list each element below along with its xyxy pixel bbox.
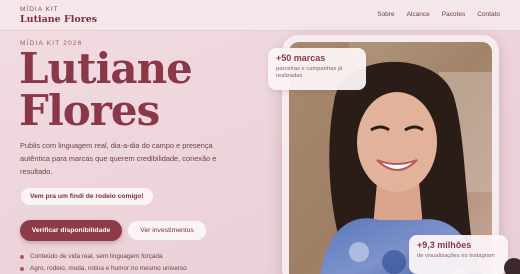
top-navigation: MÍDIA KIT Lutiane Flores Sobre Alcance P… — [0, 0, 520, 31]
bullet-text: Agro, rodeio, moda, rotina e humor no me… — [30, 265, 187, 272]
brand-logo[interactable]: MÍDIA KIT Lutiane Flores — [20, 6, 97, 25]
brand-name: Lutiane Flores — [20, 14, 98, 25]
rodeio-invite-link[interactable]: Vem pra um findi de rodeio comigo! — [20, 187, 154, 206]
list-item: Agro, rodeio, moda, rotina e humor no me… — [20, 263, 187, 274]
nav-link-pacotes[interactable]: Pacotes — [442, 11, 466, 18]
hero-title: Lutiane Flores — [19, 44, 193, 135]
nav-link-sobre[interactable]: Sobre — [377, 11, 394, 18]
bullet-dot-icon — [20, 255, 24, 259]
hero-title-line-1: Lutiane — [19, 44, 193, 93]
floating-action-button[interactable] — [504, 258, 520, 274]
list-item: Conteúdo de vida real, sem linguagem for… — [20, 251, 187, 263]
hero-bullets: Conteúdo de vida real, sem linguagem for… — [20, 251, 187, 274]
views-stat-value: +9,3 milhões — [417, 240, 472, 250]
hero-title-line-2: Flores — [19, 86, 160, 135]
bullet-dot-icon — [20, 267, 24, 271]
brands-stat-value: +50 marcas — [276, 53, 326, 63]
nav-link-alcance[interactable]: Alcance — [407, 11, 430, 18]
views-stat-label: de visualizações no instagram — [417, 253, 495, 259]
view-investments-button[interactable]: Ver investimentos — [127, 220, 207, 241]
hero-lead: Publis com linguagem real, dia-a-dia do … — [20, 141, 217, 176]
brands-stat-label: parceiras e campanhas já realizadas — [276, 66, 343, 79]
nav-links: Sobre Alcance Pacotes Contato — [377, 11, 500, 18]
brands-stat-card: +50 marcas parceiras e campanhas já real… — [268, 48, 366, 90]
bullet-text: Conteúdo de vida real, sem linguagem for… — [30, 253, 163, 260]
brand-kicker: MÍDIA KIT — [20, 6, 59, 13]
nav-link-contato[interactable]: Contato — [477, 11, 500, 18]
check-availability-button[interactable]: Verificar disponibilidade — [20, 220, 122, 241]
views-stat-card: +9,3 milhões de visualizações no instagr… — [409, 235, 508, 274]
